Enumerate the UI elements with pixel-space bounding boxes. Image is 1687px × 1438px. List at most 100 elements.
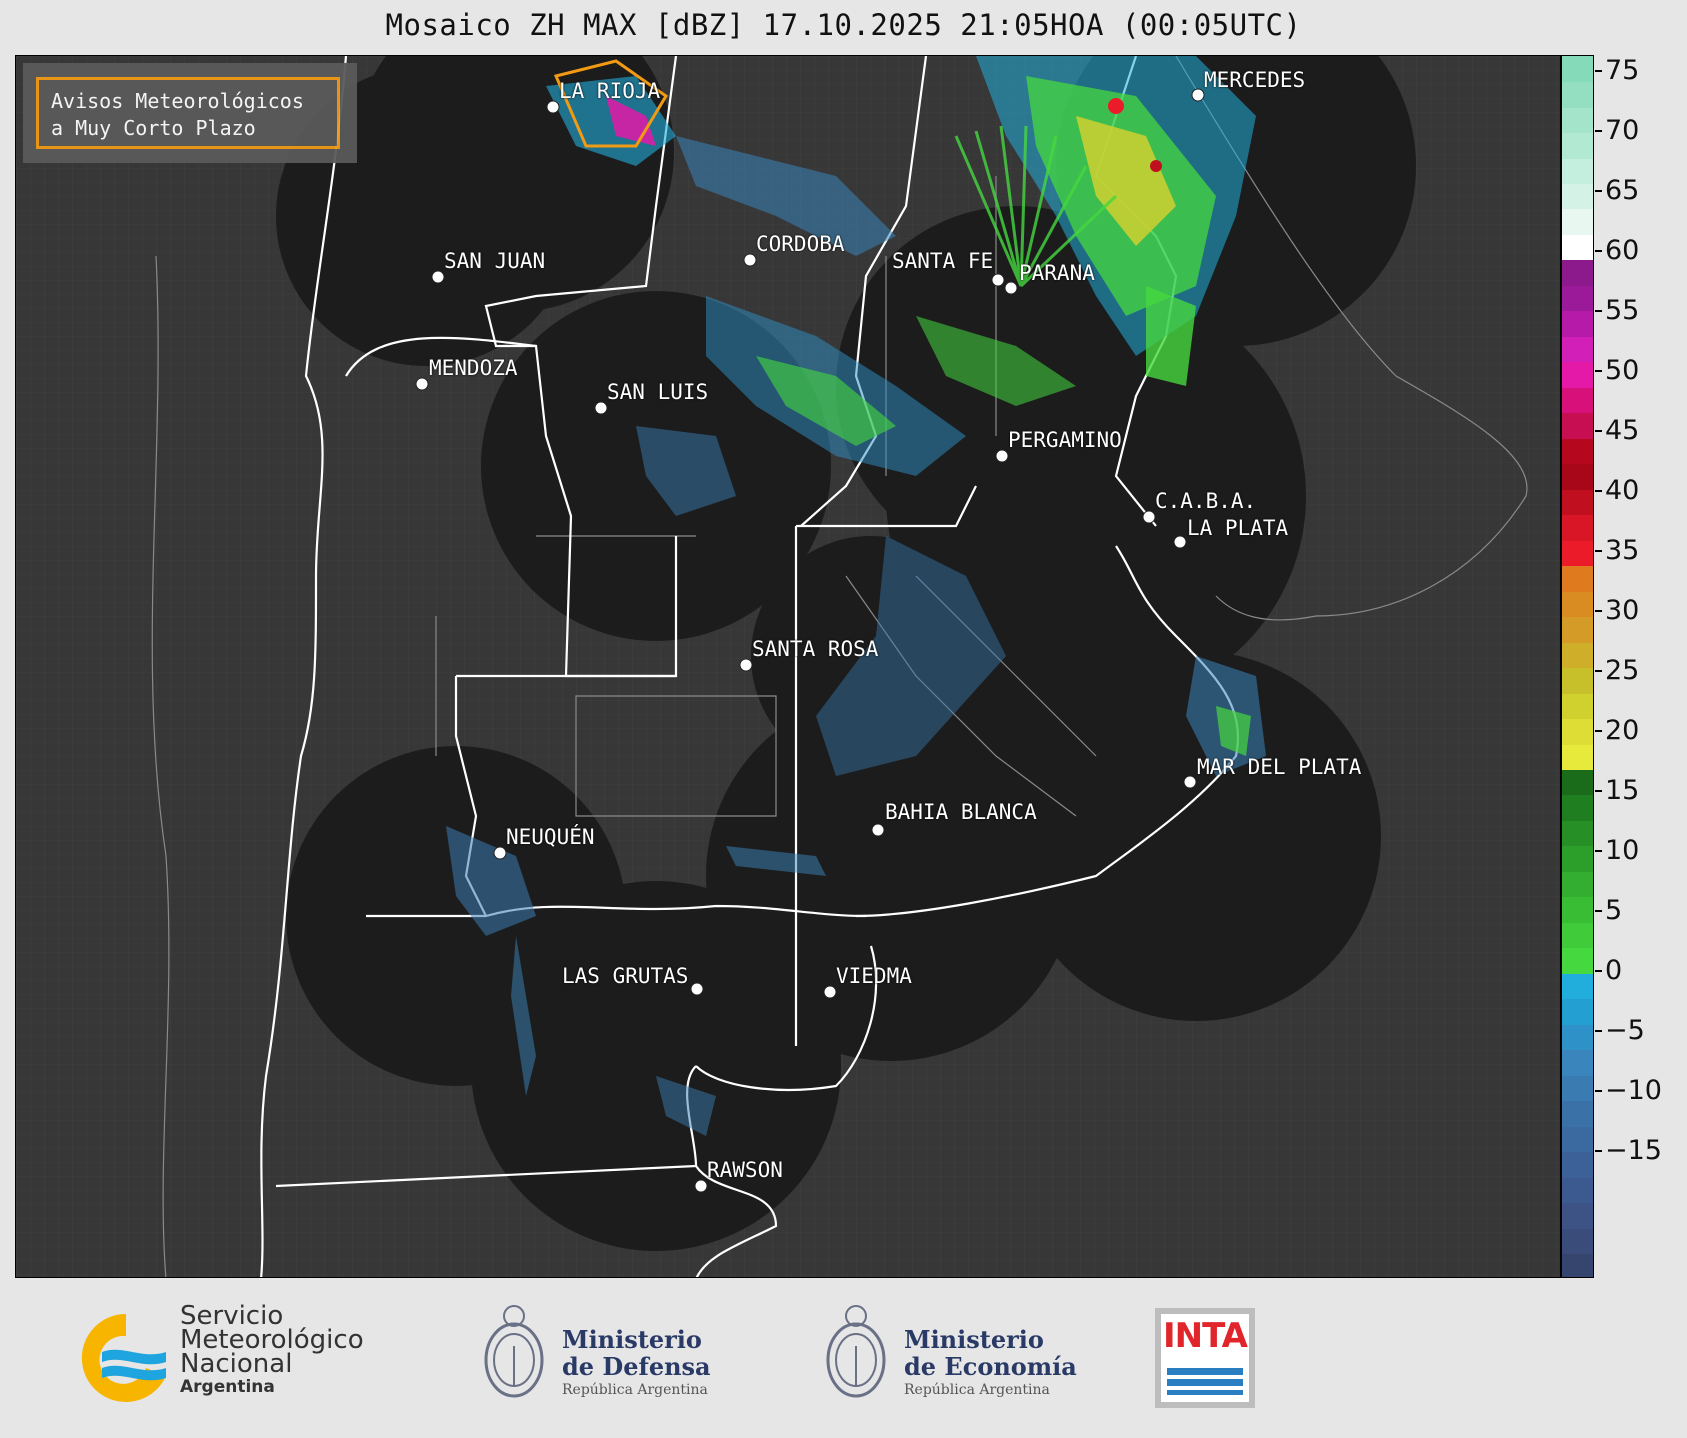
defensa-logo-text: Ministerio de Defensa República Argentin… bbox=[562, 1326, 711, 1400]
defensa-line-2: de Defensa bbox=[562, 1352, 711, 1381]
colorbar-segment bbox=[1562, 1202, 1593, 1229]
colorbar-tick bbox=[1595, 670, 1602, 672]
map-title: Mosaico ZH MAX [dBZ] 17.10.2025 21:05HOA… bbox=[385, 8, 1302, 42]
city-label-neuquen: NEUQUÉN bbox=[506, 825, 595, 849]
colorbar-segment bbox=[1562, 412, 1593, 439]
colorbar-segment bbox=[1562, 1177, 1593, 1204]
colorbar-segment bbox=[1562, 540, 1593, 567]
colorbar-segment bbox=[1562, 157, 1593, 184]
city-label-mercedes: MERCEDES bbox=[1204, 68, 1306, 92]
economia-line-3: República Argentina bbox=[904, 1382, 1050, 1398]
colorbar-segment bbox=[1562, 591, 1593, 618]
colorbar-tick bbox=[1595, 130, 1602, 132]
colorbar-segment bbox=[1562, 132, 1593, 159]
colorbar-tick-label: 60 bbox=[1605, 235, 1640, 266]
colorbar-tick-label: 50 bbox=[1605, 355, 1640, 386]
colorbar-tick bbox=[1595, 70, 1602, 72]
colorbar-segment bbox=[1562, 871, 1593, 898]
colorbar-tick bbox=[1595, 850, 1602, 852]
colorbar-tick bbox=[1595, 190, 1602, 192]
alert-line-2: a Muy Corto Plazo bbox=[51, 116, 256, 140]
colorbar-segment bbox=[1562, 1100, 1593, 1127]
colorbar-tick bbox=[1595, 1090, 1602, 1092]
colorbar-tick-label: 15 bbox=[1605, 775, 1640, 806]
colorbar-segment bbox=[1562, 183, 1593, 210]
colorbar-tick bbox=[1595, 490, 1602, 492]
colorbar-tick-label: 25 bbox=[1605, 655, 1640, 686]
colorbar-segment bbox=[1562, 336, 1593, 363]
footer-logos: Servicio Meteorológico Nacional Argentin… bbox=[0, 1278, 1687, 1438]
colorbar-tick-label: 5 bbox=[1605, 895, 1623, 926]
colorbar-tick bbox=[1595, 610, 1602, 612]
colorbar-tick-label: −15 bbox=[1605, 1135, 1662, 1166]
inta-logo: INTA bbox=[1155, 1308, 1255, 1408]
colorbar-segment bbox=[1562, 565, 1593, 592]
colorbar-segment bbox=[1562, 463, 1593, 490]
colorbar-segment bbox=[1562, 845, 1593, 872]
coat-of-arms-icon bbox=[826, 1305, 886, 1398]
colorbar-tick bbox=[1595, 730, 1602, 732]
colorbar-segment bbox=[1562, 208, 1593, 235]
colorbar-segment bbox=[1562, 56, 1593, 83]
colorbar-segment bbox=[1562, 259, 1593, 286]
radar-map[interactable]: Avisos Meteorológicos a Muy Corto Plazo … bbox=[15, 55, 1561, 1278]
colorbar-tick-label: 40 bbox=[1605, 475, 1640, 506]
city-label-las-grutas: LAS GRUTAS bbox=[562, 964, 689, 988]
colorbar-segment bbox=[1562, 743, 1593, 771]
city-label-bahia-blanca: BAHIA BLANCA bbox=[885, 800, 1037, 824]
alert-button[interactable]: Avisos Meteorológicos a Muy Corto Plazo bbox=[36, 77, 340, 149]
colorbar-segment bbox=[1562, 820, 1593, 847]
smn-line-4: Argentina bbox=[180, 1377, 275, 1397]
colorbar-segment bbox=[1562, 1253, 1593, 1277]
colorbar-segment bbox=[1562, 438, 1593, 465]
colorbar-segment bbox=[1562, 769, 1593, 796]
colorbar-segment bbox=[1562, 285, 1593, 312]
colorbar-tick-label: 30 bbox=[1605, 595, 1640, 626]
colorbar-tick-label: 70 bbox=[1605, 115, 1640, 146]
colorbar-tick-label: 0 bbox=[1605, 955, 1623, 986]
colorbar-segment bbox=[1562, 1024, 1593, 1051]
colorbar-segment bbox=[1562, 514, 1593, 541]
colorbar-segment bbox=[1562, 667, 1593, 694]
colorbar-tick-label: 65 bbox=[1605, 175, 1640, 206]
city-label-viedma: VIEDMA bbox=[836, 964, 912, 988]
colorbar-segment bbox=[1562, 718, 1593, 745]
colorbar-segment bbox=[1562, 1075, 1593, 1102]
colorbar-tick-label: −10 bbox=[1605, 1075, 1662, 1106]
colorbar-tick bbox=[1595, 430, 1602, 432]
colorbar-tick bbox=[1595, 1150, 1602, 1152]
colorbar-tick bbox=[1595, 790, 1602, 792]
city-label-la-rioja: LA RIOJA bbox=[559, 79, 661, 103]
colorbar-segment bbox=[1562, 387, 1593, 414]
colorbar bbox=[1561, 55, 1594, 1278]
colorbar-segment bbox=[1562, 81, 1593, 108]
economia-logo-text: Ministerio de Economía República Argenti… bbox=[904, 1326, 1077, 1400]
city-label-rawson: RAWSON bbox=[707, 1158, 783, 1182]
city-label-parana: PARANA bbox=[1019, 261, 1095, 285]
colorbar-tick-label: 10 bbox=[1605, 835, 1640, 866]
alert-line-1: Avisos Meteorológicos bbox=[51, 89, 304, 113]
inta-logo-text: INTA bbox=[1163, 1316, 1248, 1356]
defensa-line-3: República Argentina bbox=[562, 1382, 708, 1398]
colorbar-segment bbox=[1562, 1228, 1593, 1255]
colorbar-segment bbox=[1562, 896, 1593, 923]
city-label-mendoza: MENDOZA bbox=[429, 356, 518, 380]
colorbar-segment bbox=[1562, 361, 1593, 388]
colorbar-segment bbox=[1562, 1049, 1593, 1076]
smn-logo-text: Servicio Meteorológico Nacional Argentin… bbox=[180, 1303, 364, 1398]
colorbar-tick-label: 35 bbox=[1605, 535, 1640, 566]
colorbar-segment bbox=[1562, 922, 1593, 949]
economia-line-2: de Economía bbox=[904, 1352, 1077, 1381]
colorbar-segment bbox=[1562, 1151, 1593, 1178]
colorbar-tick-label: 20 bbox=[1605, 715, 1640, 746]
colorbar-tick bbox=[1595, 550, 1602, 552]
colorbar-tick bbox=[1595, 310, 1602, 312]
colorbar-segment bbox=[1562, 794, 1593, 821]
colorbar-segment bbox=[1562, 234, 1593, 261]
alert-panel[interactable]: Avisos Meteorológicos a Muy Corto Plazo bbox=[23, 63, 357, 163]
colorbar-tick-label: 55 bbox=[1605, 295, 1640, 326]
city-label-pergamino: PERGAMINO bbox=[1008, 428, 1122, 452]
colorbar-tick bbox=[1595, 910, 1602, 912]
colorbar-tick-label: 45 bbox=[1605, 415, 1640, 446]
colorbar-tick bbox=[1595, 250, 1602, 252]
